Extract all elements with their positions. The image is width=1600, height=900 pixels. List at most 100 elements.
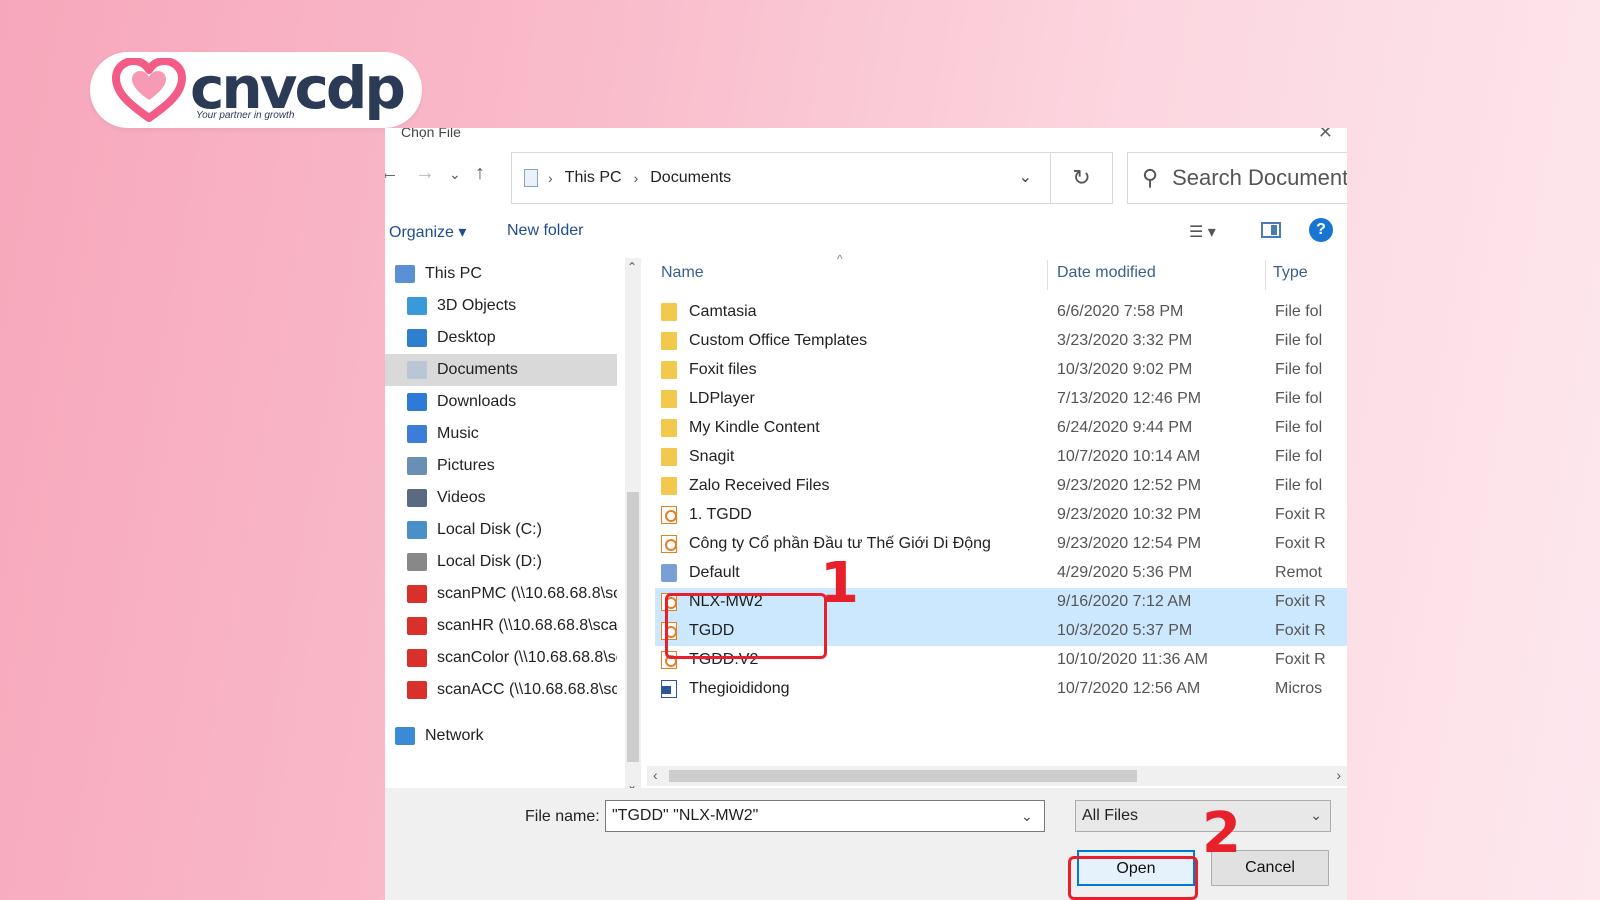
horizontal-scrollbar-thumb[interactable]: [669, 770, 1137, 782]
nav-item-scanhr-10-68-68-8-scan[interactable]: scanHR (\\10.68.68.8\scan): [385, 610, 617, 642]
search-box[interactable]: ⚲ Search Documents: [1127, 152, 1347, 204]
nav-item-label: scanPMC (\\10.68.68.8\sca: [437, 585, 617, 602]
nav-item-local-disk-c[interactable]: Local Disk (C:): [385, 514, 617, 546]
file-row[interactable]: Default 4/29/2020 5:36 PM Remot: [655, 559, 1347, 588]
file-type: File fol: [1275, 448, 1323, 465]
file-type: Foxit R: [1275, 506, 1326, 523]
foxit-pdf-icon: [661, 506, 677, 524]
open-button-highlight-box: [1068, 856, 1198, 900]
horizontal-scrollbar[interactable]: ‹ ›: [647, 766, 1347, 786]
recent-dropdown-icon[interactable]: ⌄: [449, 166, 461, 183]
file-row[interactable]: LDPlayer 7/13/2020 12:46 PM File fol: [655, 385, 1347, 414]
file-row[interactable]: Zalo Received Files 9/23/2020 12:52 PM Fil…: [655, 472, 1347, 501]
remote-desktop-icon: [661, 564, 677, 582]
pc-icon: [395, 265, 415, 283]
nav-item-downloads[interactable]: Downloads: [385, 386, 617, 418]
up-arrow-icon[interactable]: ↑: [475, 162, 485, 185]
view-options-icon[interactable]: ☰ ▾: [1189, 222, 1216, 242]
scroll-left-icon[interactable]: ‹: [653, 767, 658, 783]
nav-item-videos[interactable]: Videos: [385, 482, 617, 514]
file-date: 10/3/2020 5:37 PM: [1057, 622, 1193, 639]
address-bar[interactable]: › This PC › Documents ⌄: [511, 152, 1051, 204]
documents-icon: [407, 361, 427, 379]
organize-menu-button[interactable]: Organize ▾: [389, 222, 466, 242]
column-date-modified[interactable]: Date modified: [1057, 264, 1156, 282]
file-row[interactable]: My Kindle Content 6/24/2020 9:44 PM File f…: [655, 414, 1347, 443]
nav-item-label: Downloads: [437, 393, 517, 410]
videos-icon: [407, 489, 427, 507]
file-type: File fol: [1275, 390, 1323, 407]
refresh-button[interactable]: ↻: [1051, 152, 1113, 204]
nav-item-documents[interactable]: Documents: [385, 354, 617, 386]
sort-ascending-icon: ^: [837, 252, 843, 266]
word-document-icon: [661, 680, 677, 698]
nav-item-pictures[interactable]: Pictures: [385, 450, 617, 482]
file-type: File fol: [1275, 303, 1323, 320]
file-name: 1. TGDD: [689, 506, 752, 523]
nav-item-scanacc-10-68-68-8-scar[interactable]: scanACC (\\10.68.68.8\scar: [385, 674, 617, 706]
nav-item-scanpmc-10-68-68-8-sca[interactable]: scanPMC (\\10.68.68.8\sca: [385, 578, 617, 610]
search-placeholder: Search Documents: [1172, 165, 1347, 190]
folder-icon: [661, 332, 677, 350]
nav-item-local-disk-d[interactable]: Local Disk (D:): [385, 546, 617, 578]
column-name[interactable]: Name: [661, 264, 704, 282]
new-folder-button[interactable]: New folder: [507, 222, 583, 240]
file-name-input[interactable]: "TGDD" "NLX-MW2": [605, 800, 1045, 832]
column-type[interactable]: Type: [1273, 264, 1308, 282]
breadcrumb-separator-icon: ›: [633, 170, 639, 186]
file-date: 10/7/2020 12:56 AM: [1057, 680, 1201, 697]
nav-item-scancolor-10-68-68-8-sc[interactable]: scanColor (\\10.68.68.8\sc: [385, 642, 617, 674]
file-row[interactable]: Camtasia 6/6/2020 7:58 PM File fol: [655, 298, 1347, 327]
disk-icon: [407, 553, 427, 571]
network-drive-error-icon: [407, 617, 427, 635]
folder-icon: [661, 390, 677, 408]
dialog-title: Chọn File: [401, 128, 461, 140]
file-name: Thegioididong: [689, 680, 790, 697]
navigation-pane: This PC 3D Objects Desktop Documents Downloa…: [385, 258, 625, 794]
selection-highlight-box: [665, 593, 827, 659]
file-date: 9/23/2020 12:54 PM: [1057, 535, 1202, 552]
nav-item-label: This PC: [425, 265, 482, 282]
scroll-right-icon[interactable]: ›: [1336, 767, 1341, 783]
back-arrow-icon[interactable]: ←: [385, 162, 399, 185]
breadcrumb-this-pc[interactable]: This PC: [565, 169, 622, 187]
file-row[interactable]: 1. TGDD 9/23/2020 10:32 PM Foxit R: [655, 501, 1347, 530]
forward-arrow-icon[interactable]: →: [415, 162, 435, 185]
folder-icon: [661, 303, 677, 321]
disk-icon: [407, 521, 427, 539]
file-date: 6/6/2020 7:58 PM: [1057, 303, 1184, 320]
file-row[interactable]: Công ty Cổ phần Đầu tư Thế Giới Di Động 9…: [655, 530, 1347, 559]
nav-item-this-pc[interactable]: This PC: [385, 258, 617, 290]
documents-folder-icon: [524, 169, 538, 187]
scrollbar-thumb[interactable]: [627, 492, 639, 762]
nav-item-label: scanColor (\\10.68.68.8\sc: [437, 649, 617, 666]
file-date: 4/29/2020 5:36 PM: [1057, 564, 1193, 581]
scroll-up-icon[interactable]: ⌃: [627, 260, 637, 274]
foxit-pdf-icon: [661, 535, 677, 553]
logo-text: cnvcdp: [190, 54, 406, 122]
file-type: Foxit R: [1275, 593, 1326, 610]
file-date: 9/16/2020 7:12 AM: [1057, 593, 1192, 610]
file-date: 3/23/2020 3:32 PM: [1057, 332, 1193, 349]
file-row[interactable]: Custom Office Templates 3/23/2020 3:32 PM…: [655, 327, 1347, 356]
close-icon[interactable]: ✕: [1318, 128, 1333, 143]
file-row[interactable]: Thegioididong 10/7/2020 12:56 AM Micros: [655, 675, 1347, 704]
nav-item-desktop[interactable]: Desktop: [385, 322, 617, 354]
file-row[interactable]: Snagit 10/7/2020 10:14 AM File fol: [655, 443, 1347, 472]
file-row[interactable]: Foxit files 10/3/2020 9:02 PM File fol: [655, 356, 1347, 385]
file-type: Micros: [1275, 680, 1323, 697]
file-name: LDPlayer: [689, 390, 755, 407]
title-bar: Chọn File ✕: [385, 128, 1347, 148]
breadcrumb-separator-icon: ›: [548, 170, 553, 186]
help-icon[interactable]: ?: [1309, 218, 1333, 242]
nav-item-network[interactable]: Network: [385, 720, 617, 752]
file-name-dropdown-icon[interactable]: ⌄: [1021, 808, 1033, 825]
preview-pane-icon[interactable]: [1261, 222, 1281, 238]
nav-item-label: Local Disk (D:): [437, 553, 542, 570]
nav-item-music[interactable]: Music: [385, 418, 617, 450]
address-dropdown-icon[interactable]: ⌄: [1019, 167, 1032, 187]
nav-item-3d-objects[interactable]: 3D Objects: [385, 290, 617, 322]
breadcrumb-documents[interactable]: Documents: [650, 169, 731, 187]
file-name: Camtasia: [689, 303, 757, 320]
nav-scrollbar[interactable]: ⌃ ⌄: [625, 258, 641, 794]
